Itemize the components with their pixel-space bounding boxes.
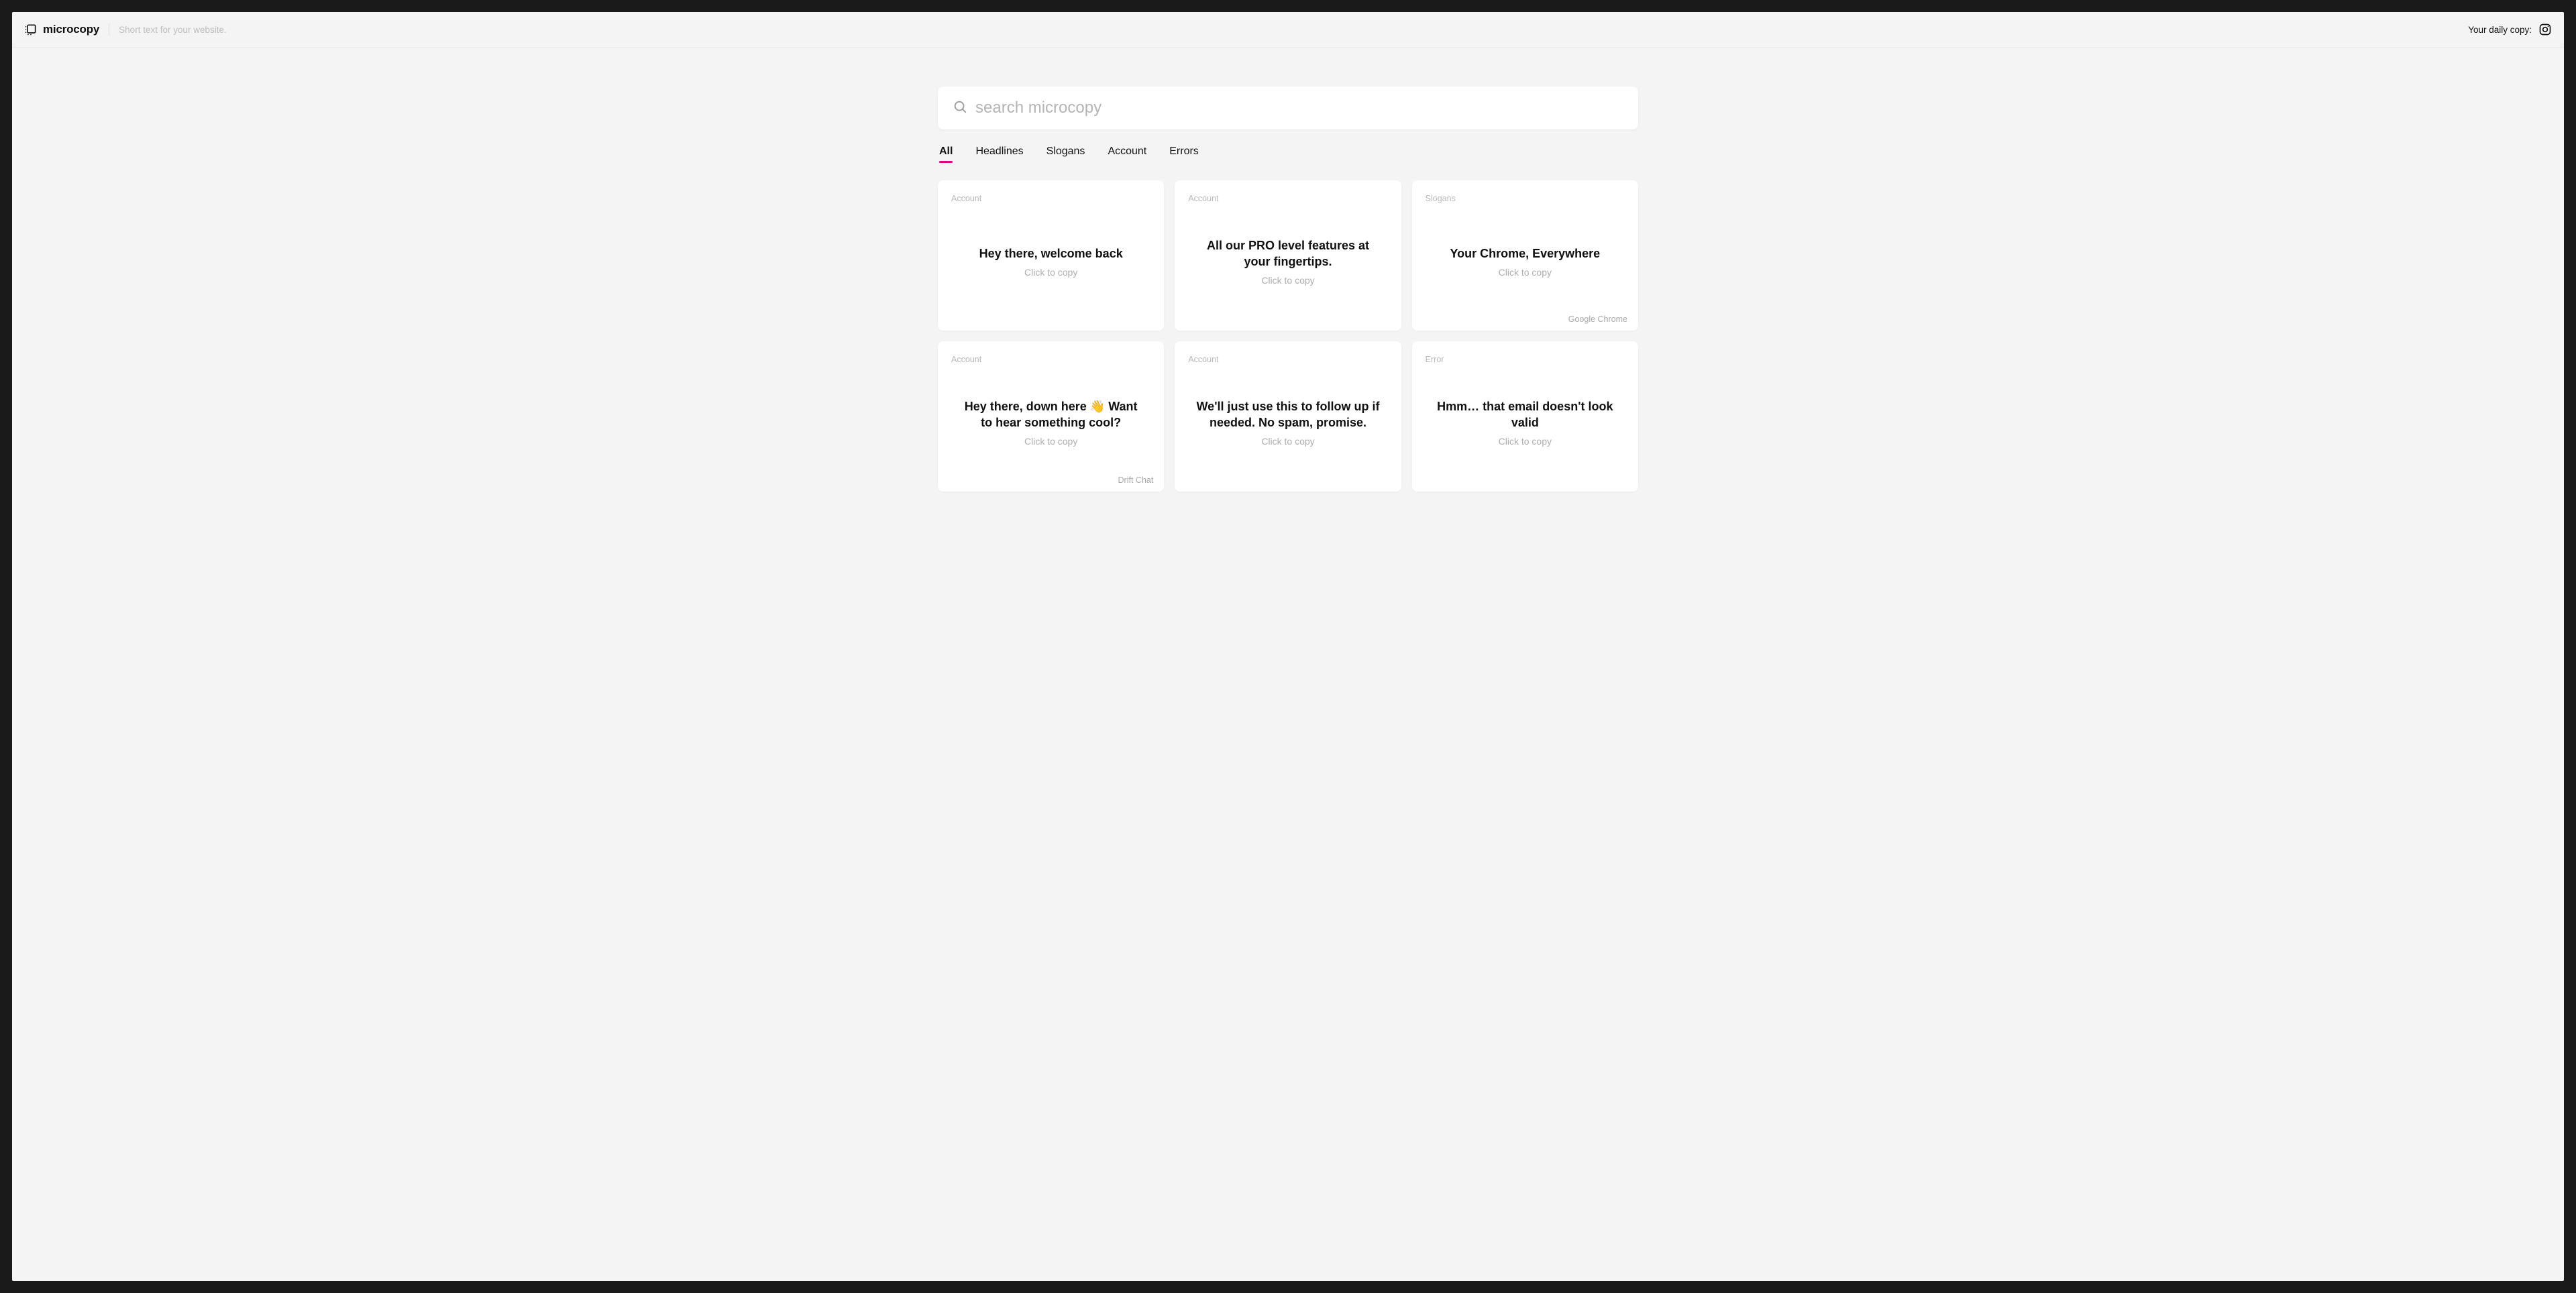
copy-card[interactable]: Account Hey there, down here 👋 Want to h… <box>938 341 1164 492</box>
tab-errors[interactable]: Errors <box>1169 146 1199 162</box>
copy-hint: Click to copy <box>1261 275 1314 286</box>
card-text: We'll just use this to follow up if need… <box>1195 398 1381 431</box>
app-window: microcopy Short text for your website. Y… <box>12 12 2564 1281</box>
card-body: Hmm… that email doesn't look valid Click… <box>1426 364 1625 481</box>
copy-hint: Click to copy <box>1261 436 1314 447</box>
copy-card[interactable]: Account Hey there, welcome back Click to… <box>938 180 1164 331</box>
card-text: Your Chrome, Everywhere <box>1450 245 1600 262</box>
card-body: Your Chrome, Everywhere Click to copy <box>1426 203 1625 320</box>
card-body: We'll just use this to follow up if need… <box>1188 364 1387 481</box>
card-category: Account <box>951 194 1150 203</box>
copy-hint: Click to copy <box>1499 436 1552 447</box>
top-bar: microcopy Short text for your website. Y… <box>12 12 2564 48</box>
tab-account[interactable]: Account <box>1108 146 1146 162</box>
cards-grid: Account Hey there, welcome back Click to… <box>938 180 1638 492</box>
copy-card[interactable]: Error Hmm… that email doesn't look valid… <box>1412 341 1638 492</box>
card-text: Hey there, welcome back <box>979 245 1123 262</box>
card-category: Error <box>1426 355 1625 364</box>
tab-slogans[interactable]: Slogans <box>1046 146 1085 162</box>
card-source: Drift Chat <box>1118 475 1154 485</box>
card-category: Account <box>951 355 1150 364</box>
category-tabs: All Headlines Slogans Account Errors <box>938 146 1638 162</box>
card-category: Account <box>1188 355 1387 364</box>
tab-all[interactable]: All <box>939 146 953 162</box>
logo-icon <box>24 23 38 36</box>
card-text: All our PRO level features at your finge… <box>1195 237 1381 270</box>
card-text: Hey there, down here 👋 Want to hear some… <box>958 398 1144 431</box>
copy-card[interactable]: Slogans Your Chrome, Everywhere Click to… <box>1412 180 1638 331</box>
search-box[interactable] <box>938 87 1638 129</box>
card-category: Account <box>1188 194 1387 203</box>
content-column: All Headlines Slogans Account Errors Acc… <box>932 87 1644 1281</box>
card-body: Hey there, welcome back Click to copy <box>951 203 1150 320</box>
copy-card[interactable]: Account All our PRO level features at yo… <box>1175 180 1401 331</box>
search-input[interactable] <box>975 99 1623 117</box>
brand-name: microcopy <box>43 23 99 36</box>
copy-hint: Click to copy <box>1024 436 1077 447</box>
instagram-icon[interactable] <box>2538 23 2552 36</box>
daily-copy-label: Your daily copy: <box>2468 25 2532 35</box>
search-icon <box>953 99 967 117</box>
logo-block[interactable]: microcopy <box>24 23 99 36</box>
copy-hint: Click to copy <box>1499 267 1552 278</box>
card-body: Hey there, down here 👋 Want to hear some… <box>951 364 1150 481</box>
tab-headlines[interactable]: Headlines <box>975 146 1023 162</box>
card-category: Slogans <box>1426 194 1625 203</box>
copy-card[interactable]: Account We'll just use this to follow up… <box>1175 341 1401 492</box>
card-source: Google Chrome <box>1568 315 1627 324</box>
card-text: Hmm… that email doesn't look valid <box>1432 398 1618 431</box>
copy-hint: Click to copy <box>1024 267 1077 278</box>
card-body: All our PRO level features at your finge… <box>1188 203 1387 320</box>
main-area: All Headlines Slogans Account Errors Acc… <box>12 48 2564 1281</box>
tagline: Short text for your website. <box>119 25 227 35</box>
